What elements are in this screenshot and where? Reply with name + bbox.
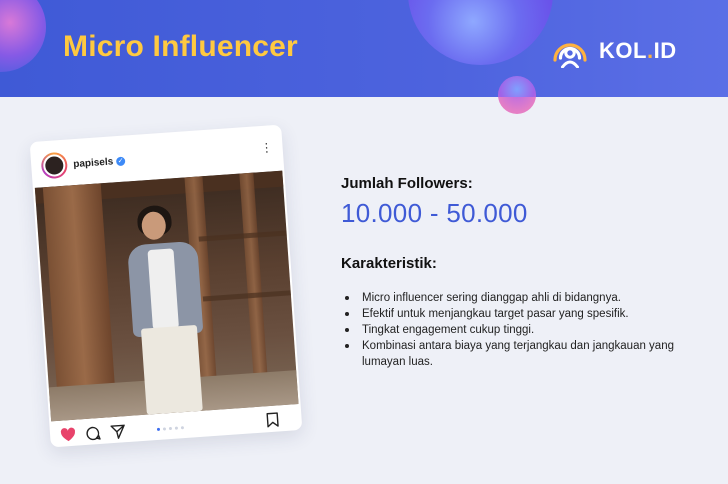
broadcast-person-icon bbox=[553, 43, 587, 68]
characteristics-label: Karakteristik: bbox=[341, 255, 437, 272]
more-vertical-icon[interactable]: ⋮ bbox=[260, 140, 273, 155]
avatar[interactable] bbox=[40, 151, 69, 180]
share-icon[interactable] bbox=[110, 423, 127, 440]
kol-id-logo: KOL.ID bbox=[551, 34, 677, 68]
list-item: Kombinasi antara biaya yang terjangkau d… bbox=[341, 338, 681, 370]
list-item: Efektif untuk menjangkau target pasar ya… bbox=[341, 306, 681, 322]
influencer-info: Jumlah Followers: 10.000 - 50.000 Karakt… bbox=[341, 175, 681, 370]
post-photo bbox=[34, 170, 299, 422]
list-item: Tingkat engagement cukup tinggi. bbox=[341, 322, 681, 338]
decorative-blob-top bbox=[408, 0, 553, 65]
heart-icon[interactable] bbox=[60, 427, 77, 444]
decorative-blob-left bbox=[0, 0, 46, 72]
characteristics-list: Micro influencer sering dianggap ahli di… bbox=[341, 290, 681, 370]
carousel-indicator bbox=[156, 425, 184, 431]
instagram-post-card: papisels ✓ ⋮ bbox=[29, 124, 303, 448]
followers-range: 10.000 - 50.000 bbox=[341, 198, 528, 228]
followers-label: Jumlah Followers: bbox=[341, 175, 473, 192]
bookmark-icon[interactable] bbox=[264, 411, 281, 428]
comment-icon[interactable] bbox=[85, 425, 102, 442]
list-item: Micro influencer sering dianggap ahli di… bbox=[341, 290, 681, 306]
post-username[interactable]: papisels bbox=[73, 156, 114, 170]
header-banner: Micro Influencer KOL.ID bbox=[0, 0, 728, 97]
verified-badge-icon: ✓ bbox=[115, 156, 126, 166]
logo-text: KOL.ID bbox=[599, 38, 677, 63]
decorative-blob-bottom bbox=[498, 76, 536, 97]
page-title: Micro Influencer bbox=[63, 30, 298, 63]
